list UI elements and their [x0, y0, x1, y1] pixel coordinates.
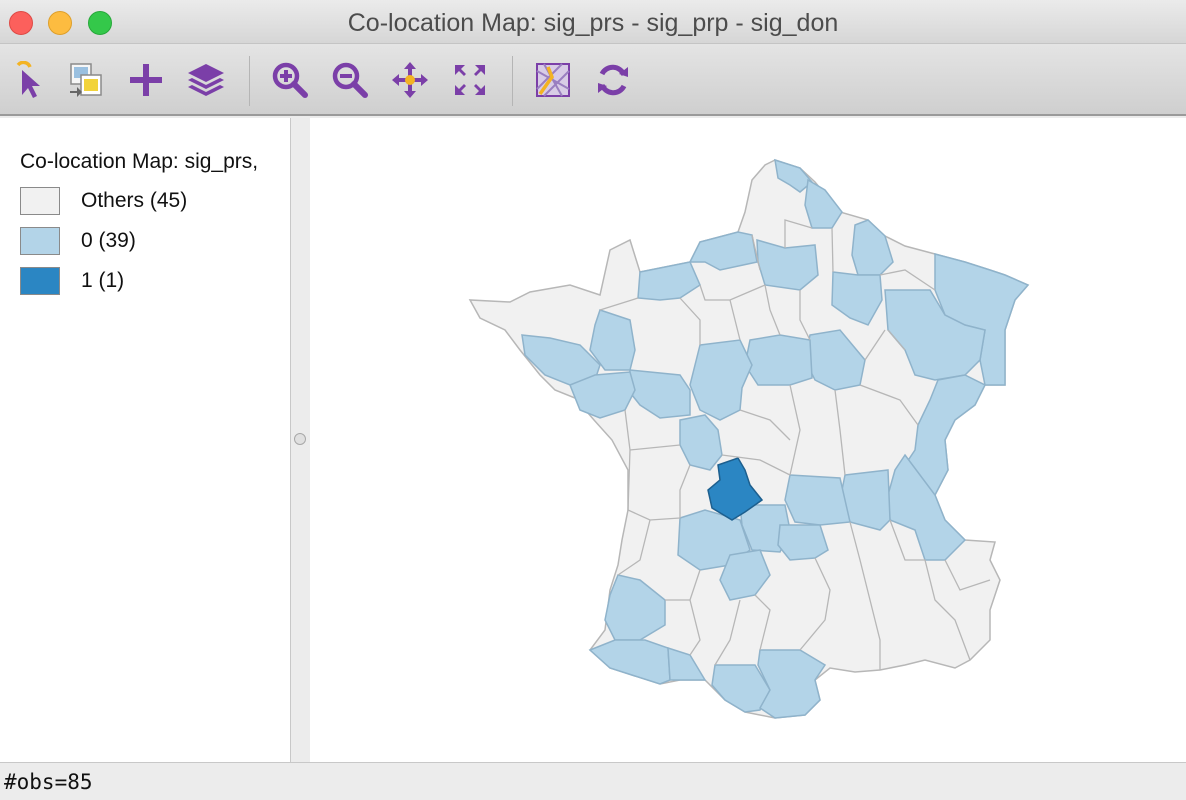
add-icon	[130, 64, 162, 96]
panel-splitter[interactable]	[291, 118, 310, 762]
legend-label-zero: 0 (39)	[81, 229, 136, 252]
add-layer-button[interactable]	[126, 60, 166, 100]
app-window: Co-location Map: sig_prs - sig_prp - sig…	[0, 0, 1186, 800]
map-dept-zero	[777, 524, 829, 561]
map-dept-zero	[744, 334, 813, 386]
copy-image-button[interactable]	[66, 60, 106, 100]
map-dept-zero	[757, 649, 827, 719]
zoom-in-icon	[272, 62, 308, 98]
layers-icon	[188, 64, 224, 96]
map-dept-zero	[784, 474, 851, 526]
map-dept-zero	[851, 219, 894, 276]
window-title: Co-location Map: sig_prs - sig_prp - sig…	[347, 9, 839, 37]
legend-panel: Co-location Map: sig_prs, Others (45) 0 …	[0, 118, 291, 762]
toolbar-separator	[249, 56, 250, 106]
title-bar: Co-location Map: sig_prs - sig_prp - sig…	[0, 0, 1186, 44]
select-tool-button[interactable]	[8, 60, 48, 100]
copy-image-icon	[70, 63, 102, 97]
legend-swatch-one	[20, 267, 60, 295]
map-dept-zero	[756, 238, 819, 291]
fit-extent-icon	[455, 65, 485, 95]
toolbar	[0, 44, 1186, 116]
zoom-out-icon	[332, 62, 368, 98]
legend-item-others[interactable]: Others (45)	[20, 186, 187, 216]
toolbar-separator	[512, 56, 513, 106]
full-extent-button[interactable]	[450, 60, 490, 100]
status-bar: #obs=85	[0, 762, 1186, 800]
map-dept-zero	[588, 639, 671, 685]
splitter-grip[interactable]	[294, 433, 306, 445]
legend-item-one[interactable]: 1 (1)	[20, 266, 124, 296]
select-icon	[16, 61, 40, 98]
refresh-icon	[598, 64, 628, 96]
legend-label-one: 1 (1)	[81, 269, 125, 292]
obs-count: #obs=85	[4, 770, 93, 794]
zoom-in-button[interactable]	[270, 60, 310, 100]
zoom-out-button[interactable]	[330, 60, 370, 100]
legend-swatch-zero	[20, 227, 60, 255]
map-canvas[interactable]	[310, 118, 1186, 762]
refresh-button[interactable]	[593, 60, 633, 100]
pan-button[interactable]	[390, 60, 430, 100]
pan-icon	[392, 62, 428, 98]
basemap-button[interactable]	[533, 60, 573, 100]
map-dept-zero	[804, 178, 843, 229]
layers-button[interactable]	[186, 60, 226, 100]
legend-swatch-others	[20, 187, 60, 215]
france-map	[468, 158, 1030, 719]
basemap-icon	[536, 63, 570, 97]
legend-item-zero[interactable]: 0 (39)	[20, 226, 136, 256]
legend-label-others: Others (45)	[81, 189, 188, 212]
legend-title: Co-location Map: sig_prs,	[20, 150, 259, 173]
